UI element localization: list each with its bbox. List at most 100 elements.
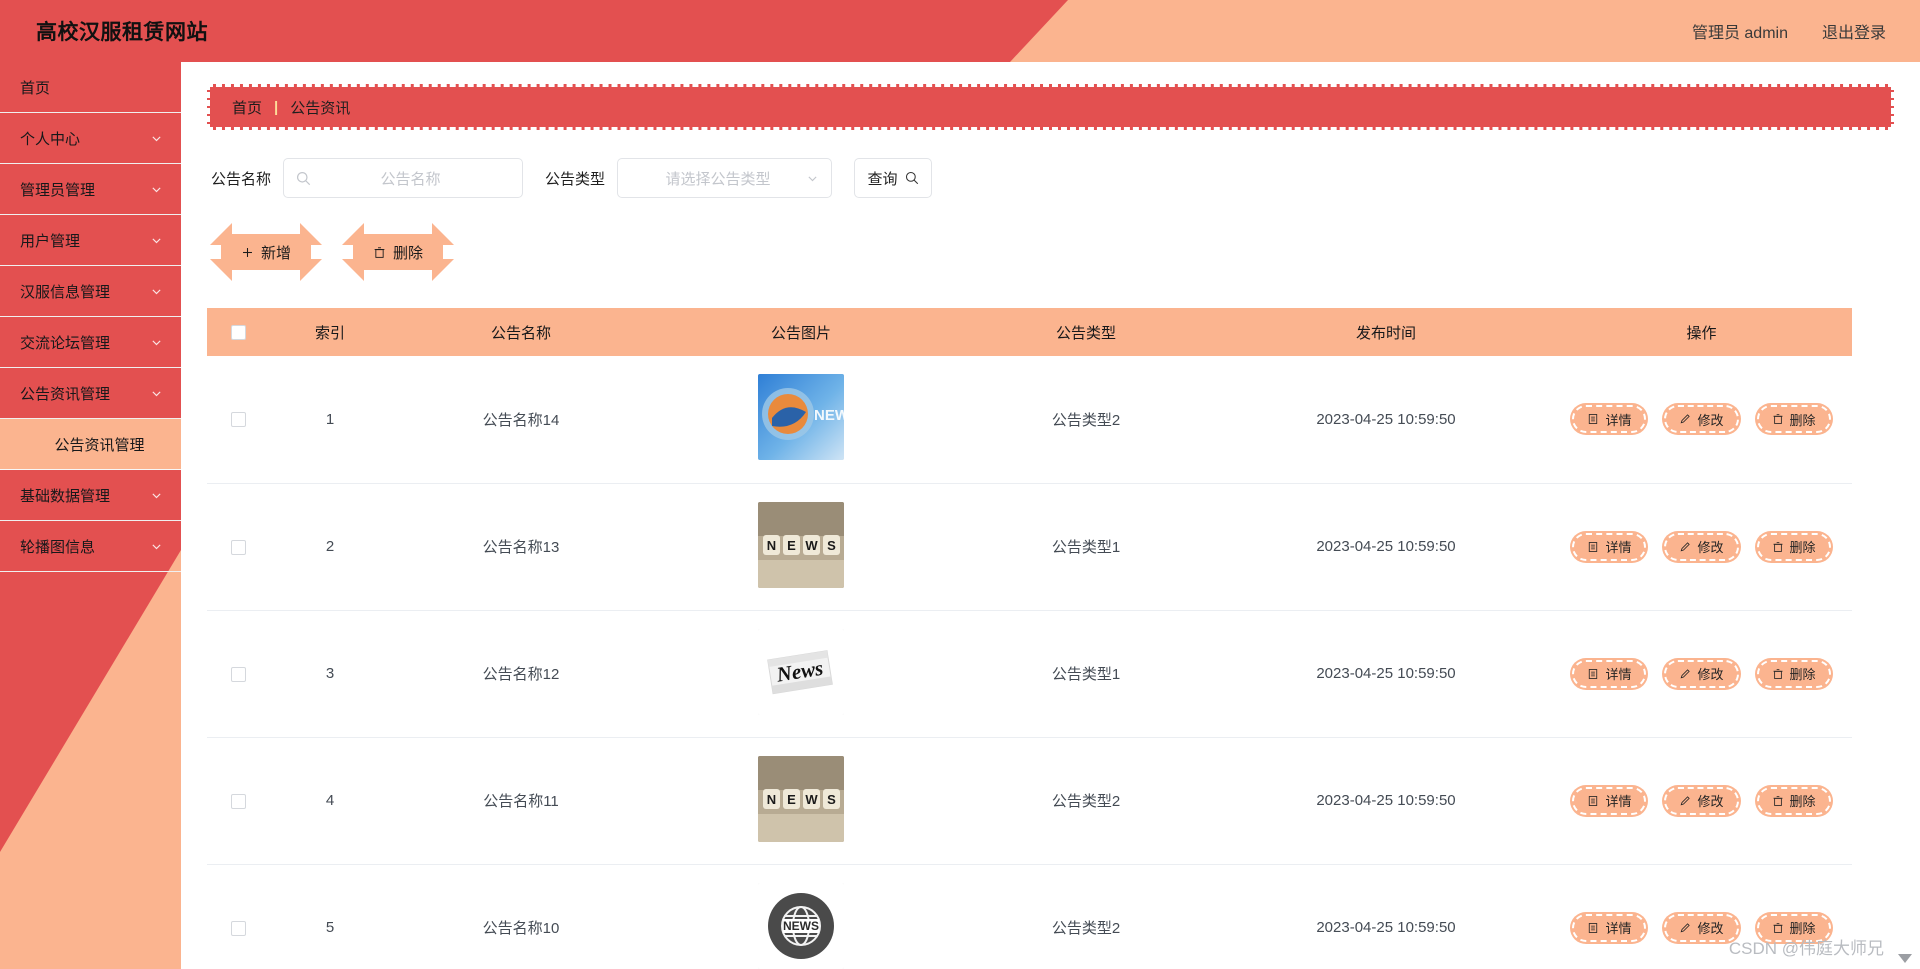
table-col-header: 发布时间 <box>1355 324 1416 342</box>
breadcrumb-separator: | <box>274 98 279 116</box>
sidebar-item-0[interactable]: 首页 <box>0 62 181 113</box>
select-all-checkbox[interactable] <box>230 325 246 341</box>
svg-text:W: W <box>805 792 818 807</box>
edit-icon <box>1679 668 1691 680</box>
row-detail-button[interactable]: 详情 <box>1572 405 1647 434</box>
table-row[interactable]: 3 公告名称12 News 公告类型1 2023-04-25 10:59:50 详情 修改 删… <box>207 610 1852 737</box>
row-delete-button[interactable]: 删除 <box>1756 532 1831 561</box>
sidebar-item-label: 基础数据管理 <box>20 487 111 505</box>
row-notice-image-cell: NEWS <box>651 737 951 864</box>
add-button[interactable]: 新增 <box>210 223 322 281</box>
row-delete-button[interactable]: 删除 <box>1756 405 1831 434</box>
trash-icon <box>1772 413 1784 425</box>
row-delete-button[interactable]: 删除 <box>1756 659 1831 688</box>
table-col-header: 索引 <box>314 324 345 342</box>
ornament-corner-icon <box>300 223 322 245</box>
row-actions-cell: 详情 修改 删除 <box>1551 864 1852 969</box>
row-detail-button[interactable]: 详情 <box>1572 913 1647 942</box>
row-checkbox[interactable] <box>230 539 246 555</box>
row-index: 5 <box>325 919 335 936</box>
row-delete-button[interactable]: 删除 <box>1756 786 1831 815</box>
trash-icon <box>1772 541 1784 553</box>
ornament-corner-icon <box>342 259 364 281</box>
svg-text:S: S <box>827 792 836 807</box>
app-title: 高校汉服租赁网站 <box>36 21 208 44</box>
sidebar-item-5[interactable]: 交流论坛管理 <box>0 317 181 368</box>
row-delete-button[interactable]: 删除 <box>1756 913 1831 942</box>
row-notice-type: 公告类型2 <box>1051 793 1121 810</box>
header-user-area: 管理员 admin 退出登录 <box>1692 0 1886 62</box>
sidebar-item-3[interactable]: 用户管理 <box>0 215 181 266</box>
row-edit-label: 修改 <box>1697 667 1724 682</box>
chevron-down-icon <box>149 233 163 247</box>
notice-name-input[interactable]: 公告名称 <box>283 158 524 198</box>
detail-icon <box>1587 795 1599 807</box>
table-row[interactable]: 2 公告名称13 N E W S 公告类型1 2023-04-25 10:59:50 详情 修改 删… <box>207 483 1852 610</box>
sidebar-item-9[interactable]: 轮播图信息 <box>0 521 181 572</box>
breadcrumb: 首页 | 公告资讯 <box>207 84 1894 130</box>
notice-thumbnail-image[interactable]: News <box>758 628 844 715</box>
row-edit-label: 修改 <box>1697 412 1724 428</box>
table-col-header: 操作 <box>1686 324 1717 342</box>
sidebar-item-label: 交流论坛管理 <box>20 334 111 352</box>
row-checkbox[interactable] <box>230 666 246 682</box>
row-notice-name: 公告名称10 <box>482 920 560 937</box>
table-header-row: 索引 公告名称 公告图片 公告类型 发布时间 操作 <box>207 308 1852 356</box>
ornament-corner-icon <box>432 259 454 281</box>
sidebar-item-label: 汉服信息管理 <box>20 283 111 301</box>
row-checkbox[interactable] <box>230 412 246 428</box>
batch-delete-button-label: 删除 <box>392 244 423 262</box>
row-actions-cell: 详情 修改 删除 <box>1551 483 1852 610</box>
breadcrumb-current: 公告资讯 <box>290 99 351 117</box>
notice-thumbnail-image[interactable]: NEWS <box>758 501 844 588</box>
svg-text:N: N <box>767 792 776 807</box>
table-col-header: 公告图片 <box>770 324 831 342</box>
sidebar-item-7[interactable]: 公告资讯管理 <box>0 419 181 470</box>
row-index: 4 <box>325 792 335 809</box>
row-edit-button[interactable]: 修改 <box>1664 405 1739 434</box>
row-checkbox[interactable] <box>230 793 246 809</box>
logout-button[interactable]: 退出登录 <box>1822 19 1886 43</box>
sidebar-item-2[interactable]: 管理员管理 <box>0 164 181 215</box>
table-row[interactable]: 1 公告名称14 NEWS 公告类型2 2023-04-25 10:59:50 详情 修改 删… <box>207 356 1852 483</box>
chevron-down-icon <box>149 335 163 349</box>
notice-thumbnail-image[interactable]: NEWS <box>758 374 844 461</box>
row-edit-button[interactable]: 修改 <box>1664 532 1739 561</box>
app-root: 高校汉服租赁网站 管理员 admin 退出登录 首页 个人中心 管理员管理 用户管理汉… <box>0 0 1920 969</box>
row-edit-button[interactable]: 修改 <box>1664 659 1739 688</box>
row-detail-button[interactable]: 详情 <box>1572 532 1647 561</box>
row-actions-cell: 详情 修改 删除 <box>1551 737 1852 864</box>
row-detail-button[interactable]: 详情 <box>1572 786 1647 815</box>
chevron-down-icon <box>149 131 163 145</box>
scroll-down-arrow-icon[interactable] <box>1898 954 1912 963</box>
svg-text:NEWS: NEWS <box>814 407 844 424</box>
table-row[interactable]: 4 公告名称11 N E W S 公告类型2 2023-04-25 10:59:50 详情 修改 删… <box>207 737 1852 864</box>
notice-thumbnail-image[interactable]: NEWS <box>758 755 844 842</box>
row-detail-label: 详情 <box>1605 921 1632 936</box>
sidebar-item-8[interactable]: 基础数据管理 <box>0 470 181 521</box>
row-detail-button[interactable]: 详情 <box>1572 659 1647 688</box>
table-body: 1公告名称14NEWS公告类型22023-04-25 10:59:50详情修改删… <box>207 356 1852 969</box>
sidebar-item-1[interactable]: 个人中心 <box>0 113 181 164</box>
plus-icon <box>241 246 254 259</box>
table-row[interactable]: 5 公告名称10 NEWS 公告类型2 2023-04-25 10:59:50 详情 修改 删… <box>207 864 1852 969</box>
row-index: 1 <box>325 410 335 428</box>
chevron-down-icon <box>149 182 163 196</box>
row-notice-image-cell: News <box>651 610 951 737</box>
notice-thumbnail-image[interactable]: NEWS <box>758 882 844 969</box>
svg-text:W: W <box>805 538 818 553</box>
sidebar-item-6[interactable]: 公告资讯管理 <box>0 368 181 419</box>
trash-icon <box>1772 922 1784 934</box>
row-edit-label: 修改 <box>1697 921 1724 936</box>
notice-type-select[interactable]: 请选择公告类型 <box>617 158 833 198</box>
row-edit-button[interactable]: 修改 <box>1664 786 1739 815</box>
row-edit-button[interactable]: 修改 <box>1664 913 1739 942</box>
breadcrumb-home[interactable]: 首页 <box>232 97 262 118</box>
row-publish-time: 2023-04-25 10:59:50 <box>1316 538 1456 555</box>
chevron-down-icon <box>149 539 163 553</box>
row-checkbox[interactable] <box>230 920 246 936</box>
query-button[interactable]: 查询 <box>854 158 933 198</box>
batch-delete-button[interactable]: 删除 <box>342 223 454 281</box>
sidebar-item-4[interactable]: 汉服信息管理 <box>0 266 181 317</box>
row-notice-type: 公告类型1 <box>1051 666 1121 683</box>
